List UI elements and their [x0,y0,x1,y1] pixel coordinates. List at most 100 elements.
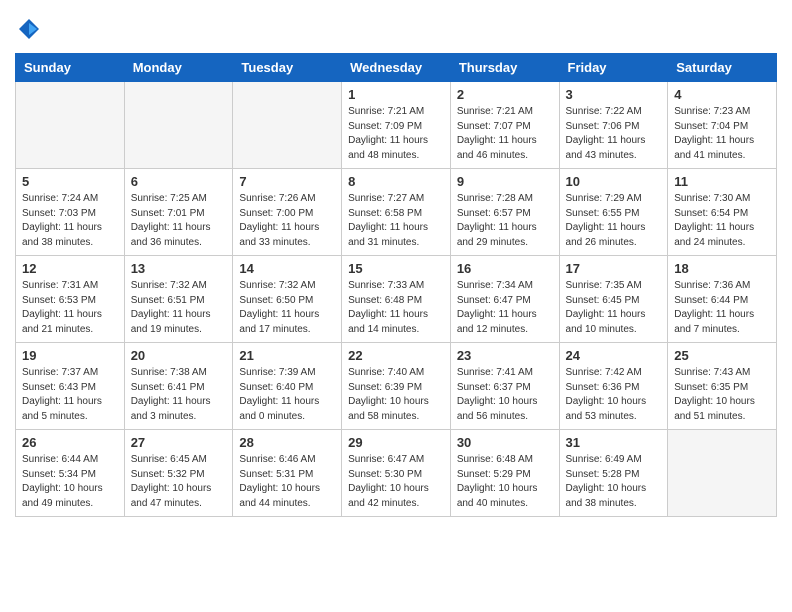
day-info: Sunrise: 7:24 AM Sunset: 7:03 PM Dayligh… [22,192,118,250]
calendar-cell: 20 Sunrise: 7:38 AM Sunset: 6:41 PM Dayli… [124,343,233,430]
day-info: Sunrise: 7:21 AM Sunset: 7:07 PM Dayligh… [457,105,553,163]
calendar-weekday-monday: Monday [124,54,233,82]
calendar-cell: 1 Sunrise: 7:21 AM Sunset: 7:09 PM Daylig… [342,82,451,169]
day-number: 8 [348,174,444,189]
day-number: 11 [674,174,770,189]
day-info: Sunrise: 7:38 AM Sunset: 6:41 PM Dayligh… [131,366,227,424]
day-info: Sunrise: 6:44 AM Sunset: 5:34 PM Dayligh… [22,453,118,511]
day-number: 6 [131,174,227,189]
day-info: Sunrise: 7:27 AM Sunset: 6:58 PM Dayligh… [348,192,444,250]
day-number: 18 [674,261,770,276]
day-info: Sunrise: 6:49 AM Sunset: 5:28 PM Dayligh… [566,453,662,511]
calendar-cell: 22 Sunrise: 7:40 AM Sunset: 6:39 PM Dayli… [342,343,451,430]
calendar-cell: 7Sunrise: 7:26 AM Sunset: 7:00 PM Daylig… [233,169,342,256]
day-info: Sunrise: 6:45 AM Sunset: 5:32 PM Dayligh… [131,453,227,511]
day-info: Sunrise: 7:37 AM Sunset: 6:43 PM Dayligh… [22,366,118,424]
calendar-cell [16,82,125,169]
calendar-cell: 15 Sunrise: 7:33 AM Sunset: 6:48 PM Dayli… [342,256,451,343]
calendar-week-row: 5 Sunrise: 7:24 AM Sunset: 7:03 PM Daylig… [16,169,777,256]
day-info: Sunrise: 7:32 AM Sunset: 6:50 PM Dayligh… [239,279,335,337]
calendar-weekday-tuesday: Tuesday [233,54,342,82]
day-info: Sunrise: 7:31 AM Sunset: 6:53 PM Dayligh… [22,279,118,337]
calendar-weekday-sunday: Sunday [16,54,125,82]
calendar-cell: 21 Sunrise: 7:39 AM Sunset: 6:40 PM Dayli… [233,343,342,430]
calendar-cell: 25 Sunrise: 7:43 AM Sunset: 6:35 PM Dayli… [668,343,777,430]
day-info: Sunrise: 6:46 AM Sunset: 5:31 PM Dayligh… [239,453,335,511]
calendar-weekday-saturday: Saturday [668,54,777,82]
calendar-cell: 28 Sunrise: 6:46 AM Sunset: 5:31 PM Dayli… [233,430,342,517]
calendar-header-row: SundayMondayTuesdayWednesdayThursdayFrid… [16,54,777,82]
calendar-week-row: 1 Sunrise: 7:21 AM Sunset: 7:09 PM Daylig… [16,82,777,169]
day-info: Sunrise: 7:34 AM Sunset: 6:47 PM Dayligh… [457,279,553,337]
day-number: 26 [22,435,118,450]
calendar-weekday-friday: Friday [559,54,668,82]
day-number: 17 [566,261,662,276]
logo [15,15,47,43]
calendar-week-row: 12 Sunrise: 7:31 AM Sunset: 6:53 PM Dayli… [16,256,777,343]
day-number: 2 [457,87,553,102]
calendar-cell: 6Sunrise: 7:25 AM Sunset: 7:01 PM Daylig… [124,169,233,256]
calendar-cell [668,430,777,517]
day-number: 24 [566,348,662,363]
day-number: 22 [348,348,444,363]
day-number: 20 [131,348,227,363]
calendar-cell: 4Sunrise: 7:23 AM Sunset: 7:04 PM Daylig… [668,82,777,169]
calendar-cell: 17 Sunrise: 7:35 AM Sunset: 6:45 PM Dayli… [559,256,668,343]
calendar-cell: 19 Sunrise: 7:37 AM Sunset: 6:43 PM Dayli… [16,343,125,430]
day-number: 28 [239,435,335,450]
calendar-cell: 10 Sunrise: 7:29 AM Sunset: 6:55 PM Dayli… [559,169,668,256]
day-number: 29 [348,435,444,450]
day-info: Sunrise: 7:29 AM Sunset: 6:55 PM Dayligh… [566,192,662,250]
day-info: Sunrise: 7:43 AM Sunset: 6:35 PM Dayligh… [674,366,770,424]
calendar-cell: 8 Sunrise: 7:27 AM Sunset: 6:58 PM Daylig… [342,169,451,256]
day-number: 14 [239,261,335,276]
calendar-cell: 3 Sunrise: 7:22 AM Sunset: 7:06 PM Daylig… [559,82,668,169]
day-number: 19 [22,348,118,363]
calendar-weekday-thursday: Thursday [450,54,559,82]
day-info: Sunrise: 7:26 AM Sunset: 7:00 PM Dayligh… [239,192,335,250]
day-info: Sunrise: 7:39 AM Sunset: 6:40 PM Dayligh… [239,366,335,424]
calendar-cell: 23Sunrise: 7:41 AM Sunset: 6:37 PM Dayli… [450,343,559,430]
day-number: 23 [457,348,553,363]
day-info: Sunrise: 7:35 AM Sunset: 6:45 PM Dayligh… [566,279,662,337]
day-number: 5 [22,174,118,189]
day-info: Sunrise: 7:32 AM Sunset: 6:51 PM Dayligh… [131,279,227,337]
day-info: Sunrise: 7:36 AM Sunset: 6:44 PM Dayligh… [674,279,770,337]
day-info: Sunrise: 6:48 AM Sunset: 5:29 PM Dayligh… [457,453,553,511]
day-number: 4 [674,87,770,102]
page-header [15,15,777,43]
calendar-cell: 13Sunrise: 7:32 AM Sunset: 6:51 PM Dayli… [124,256,233,343]
calendar-cell [233,82,342,169]
day-info: Sunrise: 7:21 AM Sunset: 7:09 PM Dayligh… [348,105,444,163]
calendar-cell: 31 Sunrise: 6:49 AM Sunset: 5:28 PM Dayli… [559,430,668,517]
day-number: 30 [457,435,553,450]
calendar-weekday-wednesday: Wednesday [342,54,451,82]
day-info: Sunrise: 7:40 AM Sunset: 6:39 PM Dayligh… [348,366,444,424]
day-number: 21 [239,348,335,363]
calendar-cell: 16 Sunrise: 7:34 AM Sunset: 6:47 PM Dayli… [450,256,559,343]
calendar-cell: 30 Sunrise: 6:48 AM Sunset: 5:29 PM Dayli… [450,430,559,517]
calendar-cell: 5 Sunrise: 7:24 AM Sunset: 7:03 PM Daylig… [16,169,125,256]
day-info: Sunrise: 7:42 AM Sunset: 6:36 PM Dayligh… [566,366,662,424]
day-number: 12 [22,261,118,276]
day-number: 10 [566,174,662,189]
day-number: 15 [348,261,444,276]
calendar-cell: 11 Sunrise: 7:30 AM Sunset: 6:54 PM Dayli… [668,169,777,256]
day-number: 9 [457,174,553,189]
day-number: 31 [566,435,662,450]
day-number: 1 [348,87,444,102]
calendar-cell: 2 Sunrise: 7:21 AM Sunset: 7:07 PM Daylig… [450,82,559,169]
day-number: 3 [566,87,662,102]
day-number: 16 [457,261,553,276]
calendar-cell: 27Sunrise: 6:45 AM Sunset: 5:32 PM Dayli… [124,430,233,517]
day-info: Sunrise: 7:30 AM Sunset: 6:54 PM Dayligh… [674,192,770,250]
calendar-cell [124,82,233,169]
day-info: Sunrise: 7:33 AM Sunset: 6:48 PM Dayligh… [348,279,444,337]
logo-icon [15,15,43,43]
calendar-cell: 24 Sunrise: 7:42 AM Sunset: 6:36 PM Dayli… [559,343,668,430]
day-info: Sunrise: 7:22 AM Sunset: 7:06 PM Dayligh… [566,105,662,163]
day-number: 25 [674,348,770,363]
day-info: Sunrise: 6:47 AM Sunset: 5:30 PM Dayligh… [348,453,444,511]
calendar-cell: 9Sunrise: 7:28 AM Sunset: 6:57 PM Daylig… [450,169,559,256]
calendar-cell: 14 Sunrise: 7:32 AM Sunset: 6:50 PM Dayli… [233,256,342,343]
